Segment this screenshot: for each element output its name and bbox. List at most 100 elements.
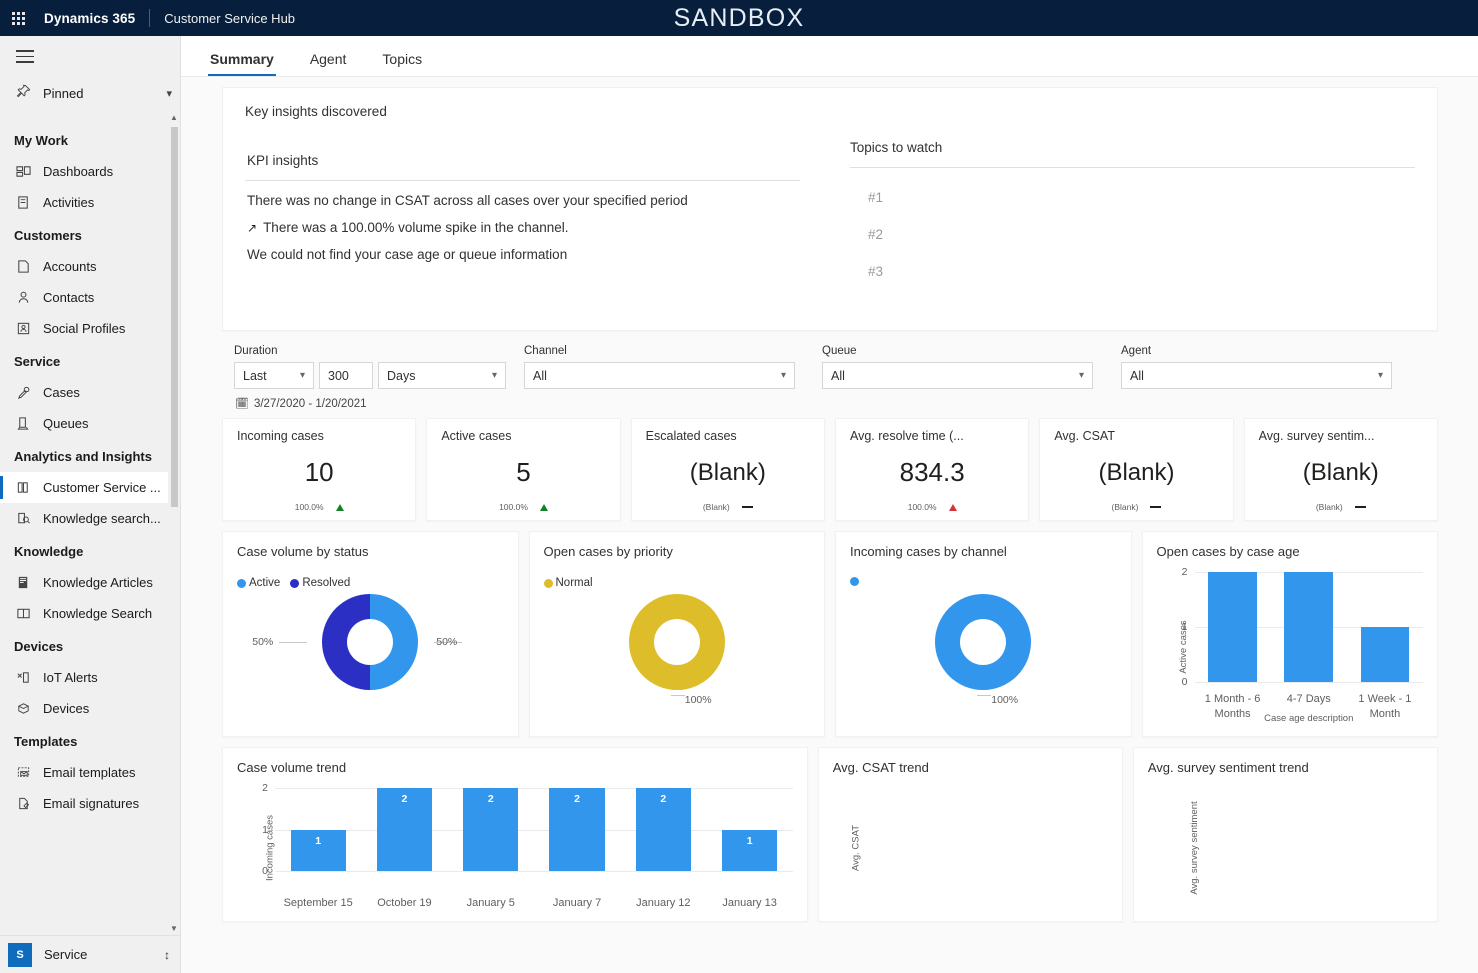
bar[interactable]: 1: [722, 830, 777, 872]
hamburger-icon[interactable]: [0, 36, 180, 77]
scroll-up-icon[interactable]: ▲: [170, 113, 178, 122]
sidebar-item-cases[interactable]: Cases: [0, 377, 180, 408]
bar[interactable]: [1361, 627, 1410, 682]
sidebar-item-knowledge-articles[interactable]: Knowledge Articles: [0, 567, 180, 598]
x-tick-label: January 7: [534, 896, 620, 911]
tab-agent[interactable]: Agent: [300, 51, 357, 76]
legend-item[interactable]: Active: [237, 577, 280, 589]
y-tick-label: 1: [1182, 621, 1188, 633]
legend-item[interactable]: Resolved: [290, 577, 350, 589]
sidebar-pinned-section[interactable]: Pinned ▾: [0, 77, 180, 111]
kpi-card-active-cases[interactable]: Active cases 5 100.0%: [426, 418, 620, 521]
bar-column[interactable]: 2: [448, 788, 534, 871]
sidebar-item-queues[interactable]: Queues: [0, 408, 180, 439]
kpi-value: (Blank): [646, 443, 810, 502]
bar[interactable]: 2: [463, 788, 518, 871]
duration-operator-select[interactable]: Last ▾: [234, 362, 314, 389]
sidebar-item-devices[interactable]: Devices: [0, 693, 180, 724]
leader-line: [671, 695, 685, 696]
waffle-icon[interactable]: [0, 0, 36, 36]
scroll-down-icon[interactable]: ▼: [170, 924, 178, 933]
kpi-card-avg-csat[interactable]: Avg. CSAT (Blank) (Blank): [1039, 418, 1233, 521]
sidebar-item-knowledge-search[interactable]: Knowledge Search: [0, 598, 180, 629]
email-signatures-icon: [14, 794, 32, 812]
sidebar-scrollbar[interactable]: ▲ ▼: [168, 111, 180, 935]
slice-percent-label: 50%: [252, 636, 273, 648]
chart-avg-survey-sentiment-trend[interactable]: Avg. survey sentiment trend Avg. survey …: [1133, 747, 1438, 922]
area-switcher[interactable]: S Service ↕: [0, 935, 180, 973]
topic-item[interactable]: #3: [850, 242, 1415, 279]
duration-unit-select[interactable]: Days ▾: [378, 362, 506, 389]
kpi-card-avg-resolve-time[interactable]: Avg. resolve time (... 834.3 100.0%: [835, 418, 1029, 521]
bar-column[interactable]: [1347, 572, 1423, 682]
kpi-footer: (Blank): [1259, 502, 1423, 512]
bar[interactable]: 1: [291, 830, 346, 872]
agent-select[interactable]: All ▾: [1121, 362, 1392, 389]
sidebar-item-dashboards[interactable]: Dashboards: [0, 156, 180, 187]
sidebar-item-accounts[interactable]: Accounts: [0, 251, 180, 282]
chart-case-volume-by-status[interactable]: Case volume by status Active Resolved: [222, 531, 519, 737]
bar[interactable]: 2: [636, 788, 691, 871]
sidebar-item-knowledge-search-analytics[interactable]: Knowledge search...: [0, 503, 180, 534]
insight-line: We could not find your case age or queue…: [245, 235, 800, 262]
kpi-card-avg-survey-sentiment[interactable]: Avg. survey sentim... (Blank) (Blank): [1244, 418, 1438, 521]
trend-flat-icon: [742, 506, 753, 509]
chart-case-volume-trend[interactable]: Case volume trend Incoming cases 2 1 0 1…: [222, 747, 808, 922]
queue-select[interactable]: All ▾: [822, 362, 1093, 389]
chart-incoming-cases-by-channel[interactable]: Incoming cases by channel 100%: [835, 531, 1132, 737]
sidebar-item-activities[interactable]: Activities: [0, 187, 180, 218]
legend-item[interactable]: [850, 577, 862, 586]
bar[interactable]: [1284, 572, 1333, 682]
insight-line: There was no change in CSAT across all c…: [245, 181, 800, 208]
queues-icon: [14, 414, 32, 432]
topic-item[interactable]: #2: [850, 205, 1415, 242]
bar-column[interactable]: 1: [275, 788, 361, 871]
sidebar-item-email-signatures[interactable]: Email signatures: [0, 788, 180, 819]
chart-title: Open cases by priority: [544, 544, 811, 559]
bar-column[interactable]: [1271, 572, 1347, 682]
chevron-down-icon[interactable]: ▾: [166, 87, 172, 100]
chart-open-cases-by-priority[interactable]: Open cases by priority Normal 100%: [529, 531, 826, 737]
kpi-footer: (Blank): [1054, 502, 1218, 512]
slice-percent-label: 100%: [991, 694, 1018, 706]
sidebar-item-iot-alerts[interactable]: IoT Alerts: [0, 662, 180, 693]
x-tick-label: January 12: [620, 896, 706, 911]
sidebar-item-label: Activities: [43, 195, 94, 210]
legend-item[interactable]: Normal: [544, 577, 593, 589]
sidebar-group-title: My Work: [0, 123, 180, 156]
filter-bar: Duration Last ▾ 300 Days ▾ 🗓: [222, 331, 1438, 410]
chart-open-cases-by-case-age[interactable]: Open cases by case age Active cases 2 1 …: [1142, 531, 1439, 737]
sidebar-item-contacts[interactable]: Contacts: [0, 282, 180, 313]
sidebar-item-customer-service-insights[interactable]: Customer Service ...: [0, 472, 180, 503]
main-content: Summary Agent Topics Key insights discov…: [181, 36, 1478, 973]
bar-column[interactable]: 2: [534, 788, 620, 871]
area-name: Service: [44, 947, 164, 962]
bar-column[interactable]: [1195, 572, 1271, 682]
duration-amount-input[interactable]: 300: [319, 362, 373, 389]
channel-select[interactable]: All ▾: [524, 362, 795, 389]
bar[interactable]: 2: [377, 788, 432, 871]
bar-column[interactable]: 2: [620, 788, 706, 871]
topic-item[interactable]: #1: [850, 168, 1415, 205]
kpi-card-incoming-cases[interactable]: Incoming cases 10 100.0%: [222, 418, 416, 521]
iot-alerts-icon: [14, 668, 32, 686]
kpi-insights-title: KPI insights: [245, 119, 800, 181]
bar[interactable]: [1208, 572, 1257, 682]
bar-column[interactable]: 1: [706, 788, 792, 871]
sidebar-item-social-profiles[interactable]: Social Profiles: [0, 313, 180, 344]
bar[interactable]: 2: [549, 788, 604, 871]
chart-avg-csat-trend[interactable]: Avg. CSAT trend Avg. CSAT: [818, 747, 1123, 922]
tab-topics[interactable]: Topics: [372, 51, 432, 76]
bar-series: 1 2 2 2 2 1: [275, 788, 793, 871]
tab-summary[interactable]: Summary: [200, 51, 284, 76]
donut-hole: [654, 619, 700, 665]
knowledge-search-icon: [14, 604, 32, 622]
cases-icon: [14, 383, 32, 401]
kpi-card-escalated-cases[interactable]: Escalated cases (Blank) (Blank): [631, 418, 825, 521]
bar-column[interactable]: 2: [361, 788, 447, 871]
sidebar-item-email-templates[interactable]: Email templates: [0, 757, 180, 788]
scrollbar-thumb[interactable]: [171, 127, 178, 507]
knowledge-search-analytics-icon: [14, 509, 32, 527]
chart-legend: [850, 577, 1117, 586]
up-down-chevron-icon[interactable]: ↕: [164, 948, 170, 962]
